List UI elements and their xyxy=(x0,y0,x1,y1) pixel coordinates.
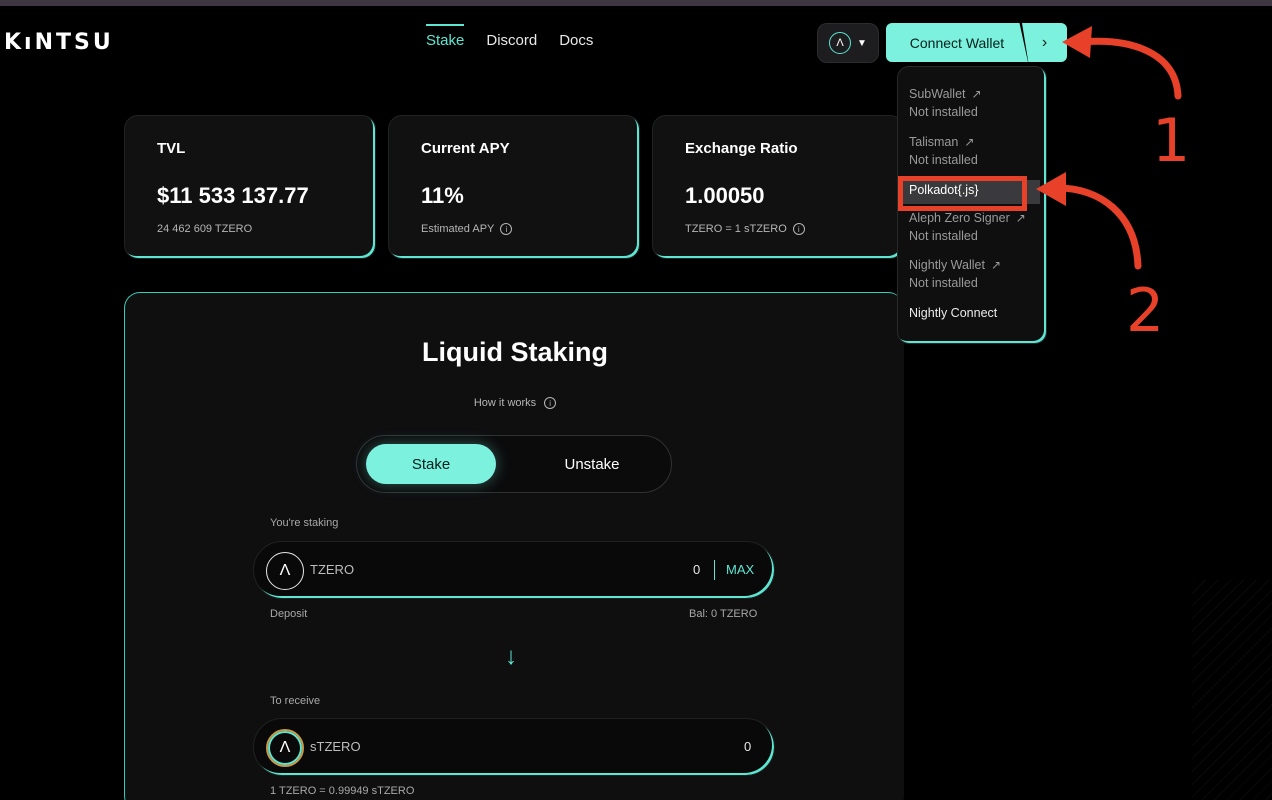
annotation-arrowhead-2 xyxy=(1036,172,1066,206)
annotation-arrow-2 xyxy=(1054,184,1142,270)
annotation-arrows xyxy=(1036,26,1182,270)
annotation-step-1: 1 xyxy=(1152,106,1191,176)
annotation-arrowhead-1 xyxy=(1062,26,1092,58)
annotation-arrow-1 xyxy=(1078,37,1182,100)
annotation-step-2: 2 xyxy=(1126,276,1165,346)
decorative-stripes xyxy=(1192,580,1272,800)
